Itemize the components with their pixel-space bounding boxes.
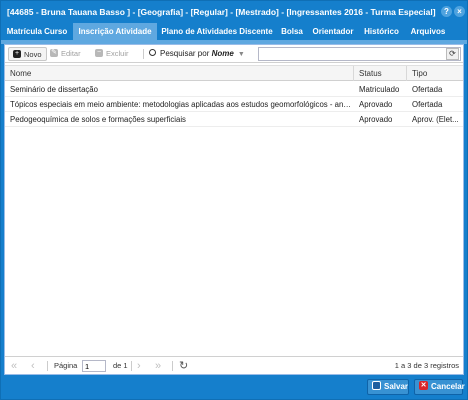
question-icon[interactable]: ? bbox=[441, 6, 452, 17]
window-title: [44685 - Bruna Tauana Basso ] - [Geograf… bbox=[7, 7, 436, 17]
pager-separator bbox=[131, 361, 132, 371]
chevron-down-icon: ▼ bbox=[237, 51, 245, 58]
excluir-button[interactable]: − Excluir bbox=[95, 47, 129, 61]
search-input[interactable] bbox=[258, 47, 461, 61]
search-icon bbox=[149, 49, 156, 57]
tab-matricula-curso[interactable]: Matrícula Curso bbox=[4, 23, 70, 40]
paging-info: 1 a 3 de 3 registros bbox=[394, 361, 459, 370]
title-bar[interactable]: [44685 - Bruna Tauana Basso ] - [Geograf… bbox=[1, 1, 467, 23]
save-icon bbox=[372, 381, 381, 391]
table-row[interactable]: Seminário de dissertação Matriculado Ofe… bbox=[5, 82, 463, 97]
editar-button[interactable]: ✎ Editar bbox=[50, 47, 81, 61]
tab-bolsa[interactable]: Bolsa bbox=[277, 23, 307, 40]
toolbar-separator bbox=[143, 49, 144, 59]
excluir-label: Excluir bbox=[106, 49, 129, 58]
page-label: Página bbox=[54, 361, 78, 370]
column-header-nome[interactable]: Nome bbox=[5, 66, 354, 81]
tab-inscricao-atividade[interactable]: Inscrição Atividade bbox=[73, 23, 157, 40]
salvar-button[interactable]: Salvar bbox=[367, 379, 409, 395]
cell-status: Matriculado bbox=[359, 85, 400, 94]
novo-button[interactable]: + Novo bbox=[8, 47, 47, 61]
search-field-name: Nome bbox=[211, 49, 234, 58]
tab-historico[interactable]: Histórico bbox=[359, 23, 404, 40]
column-header-tipo[interactable]: Tipo bbox=[407, 66, 463, 81]
novo-label: Novo bbox=[24, 50, 42, 59]
pager-separator bbox=[47, 361, 48, 371]
cancelar-button[interactable]: ✕ Cancelar bbox=[414, 379, 465, 395]
refresh-icon[interactable]: ⟳ bbox=[446, 48, 459, 60]
cell-tipo: Ofertada bbox=[412, 85, 443, 94]
grid-body: Seminário de dissertação Matriculado Ofe… bbox=[5, 82, 463, 127]
cell-tipo: Aprov. (Elet... bbox=[412, 115, 459, 124]
cell-status: Aprovado bbox=[359, 115, 393, 124]
first-page-icon[interactable]: « bbox=[11, 359, 17, 373]
grid-header: Nome Status Tipo bbox=[5, 65, 463, 81]
refresh-icon[interactable]: ↻ bbox=[179, 359, 188, 373]
next-page-icon[interactable]: › bbox=[137, 359, 141, 373]
table-row[interactable]: Pedogeoquímica de solos e formações supe… bbox=[5, 112, 463, 127]
tab-bar: Matrícula Curso Inscrição Atividade Plan… bbox=[1, 23, 467, 40]
page-count-label: de 1 bbox=[113, 361, 128, 370]
grid-toolbar: + Novo ✎ Editar − Excluir Pesquisar por Nom… bbox=[5, 45, 463, 63]
paging-toolbar: « ‹ Página de 1 › » ↻ 1 a 3 de 3 registr… bbox=[5, 356, 463, 374]
cell-status: Aprovado bbox=[359, 100, 393, 109]
salvar-label: Salvar bbox=[384, 382, 409, 391]
search-prefix: Pesquisar por bbox=[160, 49, 210, 58]
plus-icon: + bbox=[13, 50, 21, 59]
page-number-input[interactable] bbox=[82, 360, 106, 372]
cancel-icon: ✕ bbox=[419, 381, 428, 391]
column-header-status[interactable]: Status bbox=[354, 66, 407, 81]
cell-tipo: Ofertada bbox=[412, 100, 443, 109]
edit-icon: ✎ bbox=[50, 49, 58, 58]
search-field-selector[interactable]: Pesquisar por Nome ▼ bbox=[149, 47, 245, 61]
close-icon[interactable]: × bbox=[454, 6, 465, 17]
last-page-icon[interactable]: » bbox=[155, 359, 161, 373]
editar-label: Editar bbox=[61, 49, 81, 58]
cancelar-label: Cancelar bbox=[431, 382, 465, 391]
tab-arquivos[interactable]: Arquivos bbox=[405, 23, 451, 40]
table-row[interactable]: Tópicos especiais em meio ambiente: meto… bbox=[5, 97, 463, 112]
dialog-footer: Salvar ✕ Cancelar bbox=[1, 376, 467, 399]
cell-nome: Tópicos especiais em meio ambiente: meto… bbox=[10, 100, 354, 109]
dialog-window: [44685 - Bruna Tauana Basso ] - [Geograf… bbox=[0, 0, 468, 400]
tab-orientador[interactable]: Orientador bbox=[308, 23, 358, 40]
prev-page-icon[interactable]: ‹ bbox=[31, 359, 35, 373]
tab-plano-atividades-discente[interactable]: Plano de Atividades Discente bbox=[158, 23, 276, 40]
cell-nome: Pedogeoquímica de solos e formações supe… bbox=[10, 115, 186, 124]
cell-nome: Seminário de dissertação bbox=[10, 85, 98, 94]
minus-icon: − bbox=[95, 49, 103, 58]
pager-separator bbox=[172, 361, 173, 371]
content-panel: + Novo ✎ Editar − Excluir Pesquisar por Nom… bbox=[4, 44, 464, 375]
